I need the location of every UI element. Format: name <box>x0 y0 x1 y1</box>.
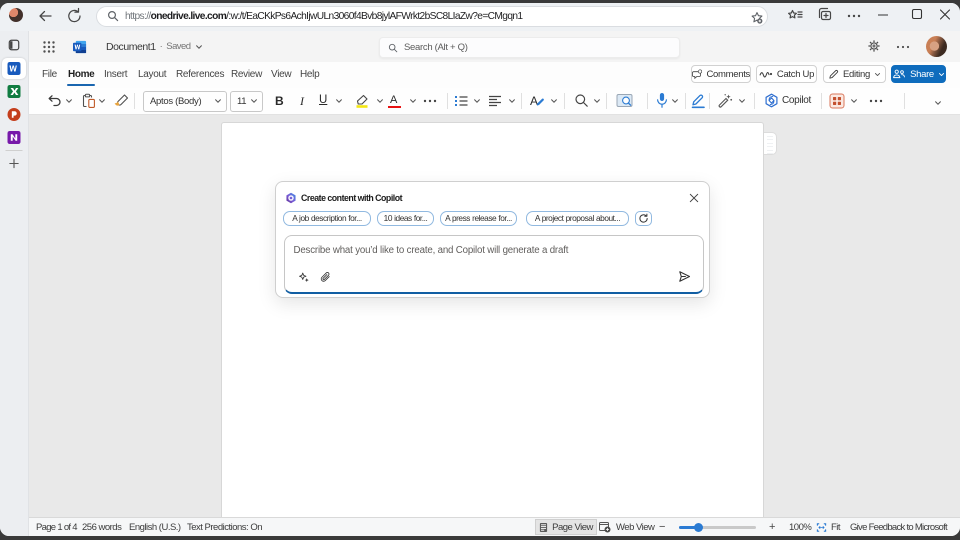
svg-text:A: A <box>530 94 538 108</box>
